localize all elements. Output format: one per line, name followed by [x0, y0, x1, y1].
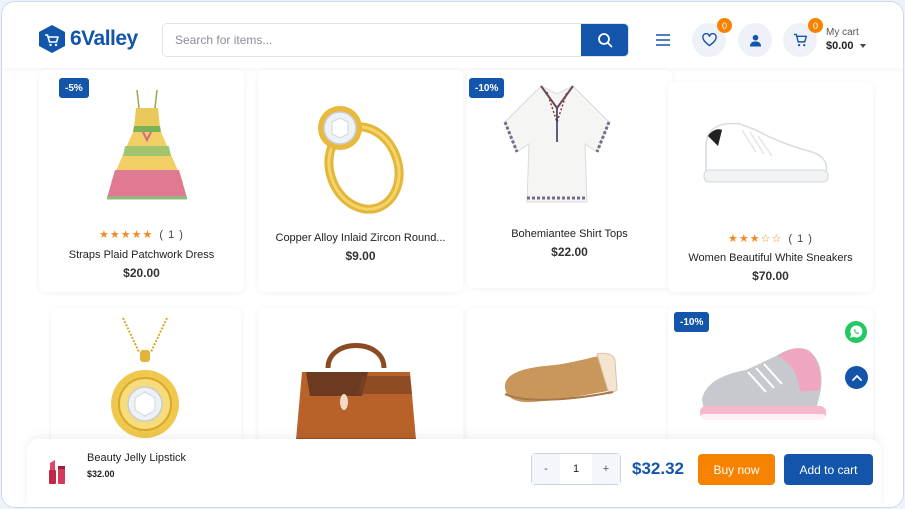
- brand-name: 6Valley: [70, 27, 138, 50]
- ring-icon: [318, 106, 404, 214]
- account-button[interactable]: [738, 23, 772, 57]
- discount-badge: -10%: [469, 78, 505, 98]
- chevron-up-icon: [851, 374, 862, 381]
- search-bar: [162, 23, 629, 57]
- qty-decrease-button[interactable]: -: [532, 454, 560, 484]
- shirt-icon: [503, 85, 611, 203]
- logo-icon: [39, 25, 65, 53]
- product-card[interactable]: Copper Alloy Inlaid Zircon Round... $9.0…: [258, 70, 463, 292]
- page-frame: 6Valley 0: [1, 1, 904, 508]
- add-to-cart-button[interactable]: Add to cart: [784, 454, 873, 485]
- product-name[interactable]: Women Beautiful White Sneakers: [668, 252, 873, 264]
- search-icon: [597, 33, 612, 48]
- product-name[interactable]: Bohemiantee Shirt Tops: [467, 228, 672, 240]
- wishlist-count-badge: 0: [717, 18, 732, 33]
- product-price: $22.00: [551, 245, 588, 259]
- buy-now-button[interactable]: Buy now: [698, 454, 775, 485]
- heart-icon: [701, 33, 717, 47]
- product-name[interactable]: Straps Plaid Patchwork Dress: [39, 249, 244, 261]
- pink-sneaker-icon: [700, 348, 826, 422]
- product-card[interactable]: [467, 308, 672, 448]
- review-count: ( 1 ): [159, 229, 184, 241]
- logo[interactable]: 6Valley: [38, 24, 138, 54]
- search-input[interactable]: [163, 24, 581, 56]
- product-card[interactable]: [258, 308, 463, 448]
- scroll-to-top-button[interactable]: [845, 366, 868, 389]
- product-card[interactable]: -5% ★★★★★ ( 1 ) Straps Plaid Patchwork D…: [39, 70, 244, 292]
- cart-label: My cart: [826, 27, 859, 38]
- cart-count-badge: 0: [808, 18, 823, 33]
- lipstick-icon: [49, 460, 65, 484]
- chevron-down-icon: [859, 44, 866, 48]
- handbag-icon: [296, 343, 416, 442]
- search-button[interactable]: [581, 24, 628, 56]
- necklace-icon: [111, 317, 179, 438]
- quantity-stepper: - 1 +: [531, 453, 621, 485]
- cart-total-value: $0.00: [826, 40, 854, 52]
- product-price: $70.00: [752, 269, 789, 283]
- header: 6Valley 0: [2, 2, 903, 68]
- flat-shoe-icon: [504, 352, 618, 403]
- menu-icon[interactable]: [655, 33, 671, 47]
- product-card[interactable]: ★★★☆☆ ( 1 ) Women Beautiful White Sneake…: [668, 82, 873, 292]
- qty-increase-button[interactable]: +: [592, 454, 620, 484]
- cart-summary[interactable]: My cart $0.00: [826, 27, 866, 52]
- cart-icon: [793, 33, 807, 47]
- product-price: $20.00: [123, 266, 160, 280]
- product-name[interactable]: Copper Alloy Inlaid Zircon Round...: [258, 232, 463, 244]
- discount-badge: -5%: [59, 78, 89, 98]
- whatsapp-icon[interactable]: [844, 320, 868, 344]
- bottom-product-price: $32.00: [87, 469, 115, 479]
- total-price: $32.32: [632, 459, 684, 478]
- qty-value[interactable]: 1: [560, 463, 592, 475]
- wishlist-button[interactable]: 0: [692, 18, 732, 57]
- stars-value: ★★★★★: [99, 229, 154, 241]
- sneaker-icon: [703, 122, 829, 183]
- cart-total: $0.00: [826, 40, 866, 52]
- dress-icon: [107, 89, 187, 200]
- discount-badge: -10%: [674, 312, 710, 332]
- product-card[interactable]: -10% Bohemiantee Shirt Tops $22.00: [467, 70, 672, 288]
- stars-value: ★★★☆☆: [728, 233, 783, 245]
- sticky-add-to-cart-bar: Beauty Jelly Lipstick $32.00 - 1 + $32.3…: [27, 439, 881, 507]
- rating-stars: ★★★☆☆ ( 1 ): [668, 232, 873, 245]
- product-card[interactable]: -10%: [668, 308, 873, 448]
- rating-stars: ★★★★★ ( 1 ): [39, 228, 244, 241]
- user-icon: [749, 34, 761, 47]
- bottom-product-name: Beauty Jelly Lipstick: [87, 452, 187, 464]
- product-card[interactable]: [51, 308, 241, 448]
- review-count: ( 1 ): [788, 233, 813, 245]
- cart-button[interactable]: 0: [783, 18, 823, 57]
- product-price: $9.00: [345, 249, 376, 263]
